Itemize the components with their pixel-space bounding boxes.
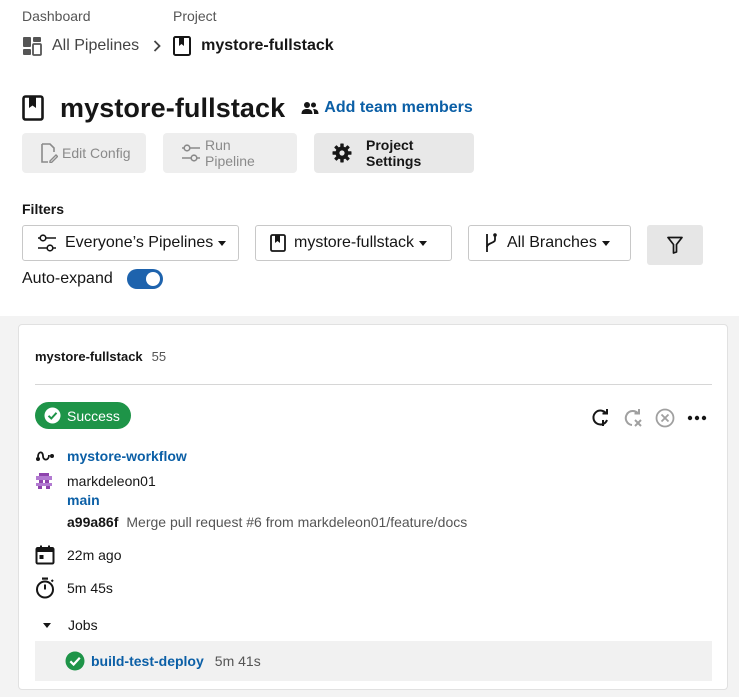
job-row[interactable]: build-test-deploy 5m 41s [35,641,712,681]
more-options-icon[interactable] [686,407,708,429]
project-settings-button[interactable]: Project Settings [314,133,474,173]
add-team-members-link[interactable]: Add team members [301,99,473,117]
project-toolbar: Edit Config Run Pipeline Project Setting… [22,133,491,173]
workflow-row: mystore-workflow [35,448,187,464]
project-filter-value: mystore-fullstack [294,234,415,251]
pipeline-number: 55 [151,349,167,364]
duration-row: 5m 45s [35,577,113,599]
branch-link[interactable]: main [67,492,100,508]
job-name-link[interactable]: build-test-deploy [91,653,204,669]
divider [35,384,712,385]
project-settings-label: Project Settings [366,137,422,169]
status-badge[interactable]: Success [35,402,131,429]
commit-sha-link[interactable]: a99a86f [67,514,118,530]
workflow-link[interactable]: mystore-workflow [67,448,187,464]
commit-message: Merge pull request #6 from markdeleon01/… [126,514,468,530]
time-ago-row: 22m ago [35,545,121,565]
run-pipeline-button[interactable]: Run Pipeline [163,133,297,173]
jobs-label: Jobs [68,617,98,633]
page-title: mystore-fullstack [60,92,286,123]
stopwatch-icon [35,577,57,599]
page-title-row: mystore-fullstack Add team members [22,92,473,124]
jobs-toggle-row[interactable]: Jobs [35,617,98,633]
workflow-actions [590,407,718,429]
calendar-icon [35,545,57,565]
breadcrumb-all-pipelines-link[interactable]: All Pipelines [52,37,139,55]
caret-down-icon [218,240,227,246]
chevron-right-icon [153,40,161,52]
toggle-knob [145,272,160,286]
commit-row: a99a86f Merge pull request #6 from markd… [35,514,467,530]
author-row: markdeleon01 [35,472,156,490]
auto-expand-toggle[interactable] [126,269,163,289]
dashboard-icon [22,36,42,56]
project-bookmark-icon [22,95,44,121]
sliders-icon [181,144,201,162]
branches-filter-dropdown[interactable]: All Branches [468,225,631,261]
project-bookmark-icon [270,234,286,252]
filters-label: Filters [22,201,65,217]
auto-expand-row: Auto-expand [22,268,163,290]
workflow-icon [35,448,57,464]
sliders-icon [37,234,57,252]
auto-expand-label: Auto-expand [22,270,113,287]
run-pipeline-label: Run Pipeline [205,137,255,169]
breadcrumb-dashboard-label: Dashboard [22,8,91,24]
duration: 5m 45s [67,580,113,596]
cancel-circle-icon[interactable] [654,407,676,429]
rerun-failed-icon[interactable] [622,407,644,429]
breadcrumb: All Pipelines mystore-fullstack [22,35,334,57]
job-duration: 5m 41s [214,653,261,669]
pipelines-filter-value: Everyone’s Pipelines [65,234,214,251]
breadcrumb-current-project: mystore-fullstack [201,37,334,54]
pipelines-list-area: mystore-fullstack 55 Success mystore-wor… [0,316,739,697]
gear-icon [332,143,352,163]
pipeline-project-name: mystore-fullstack [35,349,143,364]
funnel-icon [667,236,683,254]
people-icon [301,101,319,115]
add-team-members-label: Add team members [324,99,473,116]
filter-funnel-button[interactable] [647,225,703,265]
commit-author: markdeleon01 [67,473,156,489]
edit-config-button[interactable]: Edit Config [22,133,146,173]
edit-document-icon [40,143,58,163]
project-header-area: Dashboard Project All Pipelines mystore-… [0,0,739,316]
caret-down-icon [419,240,428,246]
rerun-icon[interactable] [590,407,612,429]
pipeline-card: mystore-fullstack 55 Success mystore-wor… [18,324,728,690]
edit-config-label: Edit Config [62,145,131,161]
caret-down-icon[interactable] [43,622,51,628]
project-bookmark-icon [173,36,192,56]
status-label: Success [67,407,120,424]
avatar [35,472,57,490]
caret-down-icon [601,240,610,246]
time-ago: 22m ago [67,547,122,563]
branch-icon [483,232,499,254]
check-circle-icon [44,407,61,424]
breadcrumb-project-label: Project [173,8,217,24]
check-circle-icon [65,651,85,671]
pipelines-filter-dropdown[interactable]: Everyone’s Pipelines [22,225,239,261]
branches-filter-value: All Branches [507,234,597,251]
pipeline-card-header: mystore-fullstack 55 [35,349,166,364]
branch-row: main [35,492,100,508]
project-filter-dropdown[interactable]: mystore-fullstack [255,225,452,261]
